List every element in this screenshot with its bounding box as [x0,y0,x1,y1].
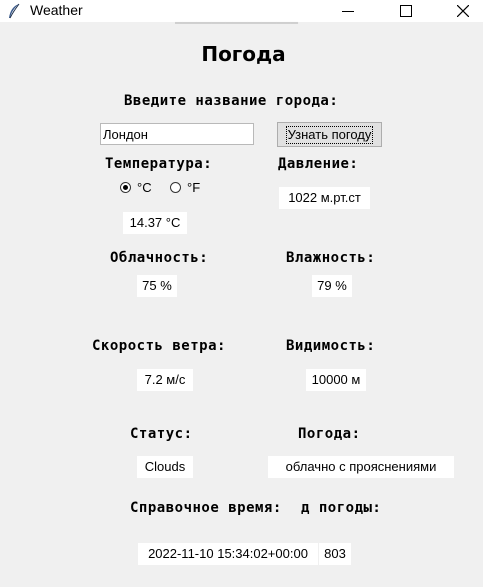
clipped-artifact: ━━━━━━━━━━━━━━━━━ [175,21,315,27]
radio-unselected-icon [170,182,181,193]
celsius-label: °C [137,180,152,195]
reference-time-label: Справочное время: [130,500,282,516]
title-bar: Weather [0,0,483,22]
minimize-icon [342,10,354,12]
maximize-button[interactable] [383,0,429,22]
pressure-value: 1022 м.рт.ст [279,187,370,209]
temperature-value: 14.37 °C [123,212,187,234]
humidity-value: 79 % [312,275,352,297]
visibility-value: 10000 м [306,369,366,391]
visibility-label: Видимость: [286,338,376,354]
humidity-label: Влажность: [286,250,376,266]
close-icon [457,5,469,17]
status-value: Clouds [137,456,193,478]
weather-code-label: д погоды: [301,500,382,516]
weather-label: Погода: [298,426,361,442]
window-title: Weather [30,2,83,18]
weather-description-value: облачно с прояснениями [268,456,454,478]
close-button[interactable] [440,0,483,22]
status-label: Статус: [130,426,193,442]
get-weather-label: Узнать погоду [285,126,374,144]
minimize-button[interactable] [325,0,371,22]
get-weather-button[interactable]: Узнать погоду [277,122,382,147]
fahrenheit-radio[interactable]: °F [170,180,200,195]
feather-icon [9,3,20,19]
fahrenheit-label: °F [187,180,201,195]
temperature-label: Температура: [105,156,213,172]
wind-speed-value: 7.2 м/с [137,369,193,391]
cloudiness-label: Облачность: [110,250,209,266]
pressure-label: Давление: [278,156,359,172]
reference-time-value: 2022-11-10 15:34:02+00:00 [138,543,318,565]
city-input[interactable] [100,123,254,145]
city-prompt-label: Введите название города: [124,93,339,109]
celsius-radio[interactable]: °C [120,180,152,195]
cloudiness-value: 75 % [137,275,177,297]
page-title: Погода [201,42,286,66]
maximize-icon [400,5,412,17]
radio-selected-icon [120,182,131,193]
wind-speed-label: Скорость ветра: [92,338,226,354]
weather-code-value: 803 [319,543,351,565]
